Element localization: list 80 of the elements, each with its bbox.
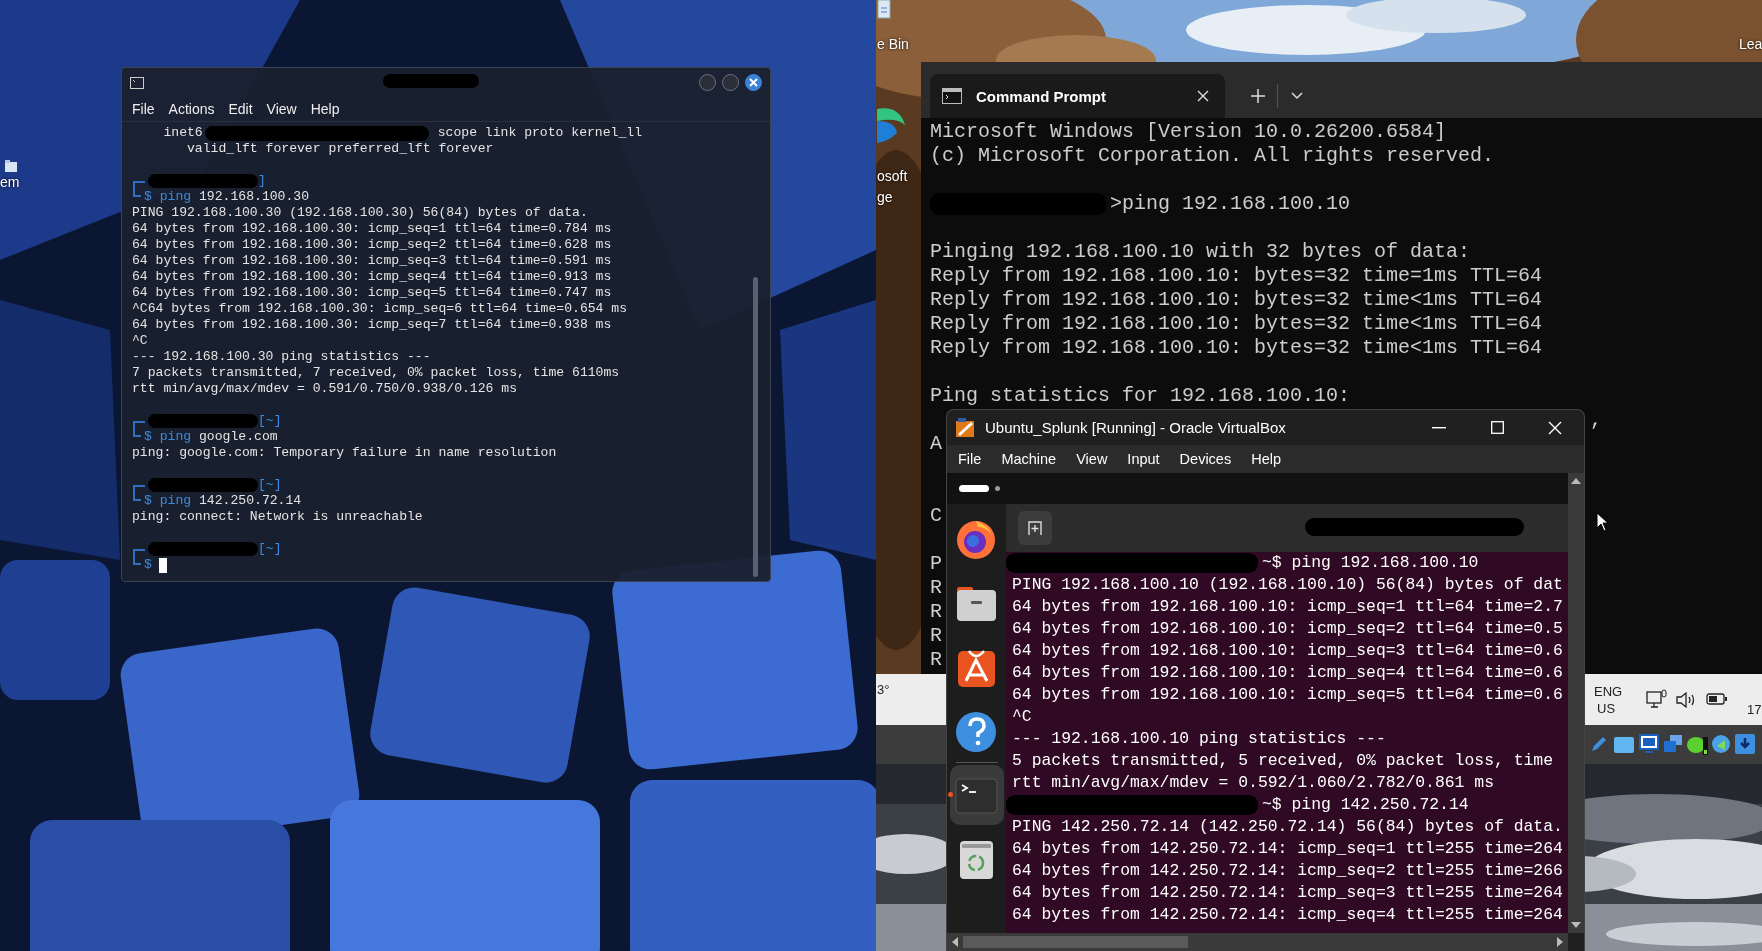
monitor-icon[interactable]: [1639, 734, 1659, 754]
console-line: (c) Microsoft Corporation. All rights reserved.: [930, 144, 1495, 168]
desktop-icon-label[interactable]: e Bin: [877, 36, 909, 53]
windows-icon[interactable]: [1663, 734, 1683, 754]
console-line: Microsoft Windows [Version 10.0.26200.6584]: [930, 120, 1447, 144]
arrow-right-icon[interactable]: [1556, 937, 1564, 947]
pen-icon[interactable]: [1590, 735, 1608, 753]
console-line: C: [930, 504, 942, 528]
terminal-line: 64 bytes from 142.250.72.14: icmp_seq=4 ttl=255 time=264: [1012, 904, 1563, 926]
battery-icon[interactable]: [1706, 692, 1728, 706]
terminal-line: 64 bytes from 192.168.100.10: icmp_seq=1 ttl=64 time=2.7: [1012, 596, 1563, 618]
plus-icon: [1250, 88, 1266, 104]
recycle-bin-icon[interactable]: [877, 0, 891, 20]
speaker-icon[interactable]: [1675, 690, 1697, 710]
menu-item[interactable]: View: [1066, 451, 1118, 467]
language-indicator[interactable]: US: [1597, 701, 1616, 716]
workspace-indicator[interactable]: [995, 486, 1000, 491]
console-line: R: [930, 648, 942, 672]
console-tab[interactable]: Command Prompt: [930, 74, 1225, 118]
browser-icon[interactable]: [877, 107, 905, 144]
menu-item[interactable]: Input: [1117, 451, 1170, 467]
terminal-line: --- 192.168.100.10 ping statistics ---: [1012, 728, 1386, 750]
language-indicator[interactable]: ENG: [1594, 684, 1623, 699]
terminal-line: ^C: [1012, 706, 1032, 728]
new-tab-icon: [1027, 520, 1043, 536]
console-line: Reply from 192.168.100.10: bytes=32 time<1ms TTL=64: [930, 312, 1543, 336]
console-line: R: [930, 600, 942, 624]
download-icon[interactable]: [1735, 734, 1755, 754]
terminal-line: 5 packets transmitted, 5 received, 0% packet loss, time: [1012, 750, 1553, 772]
terminal-line: 64 bytes from 192.168.100.10: icmp_seq=3 ttl=64 time=0.6: [1012, 640, 1563, 662]
desktop-icon-label[interactable]: ge: [877, 189, 893, 206]
menu-item[interactable]: Devices: [1169, 451, 1242, 467]
mouse-cursor-icon: [1596, 512, 1609, 532]
scrollbar-thumb[interactable]: [963, 936, 1188, 948]
console-line: Ping statistics for 192.168.100.10:: [930, 384, 1351, 408]
desktop-icon-label[interactable]: Lea: [1739, 36, 1762, 53]
workspace-indicator[interactable]: [959, 485, 989, 492]
app-icon: [955, 417, 977, 438]
terminal-line: ~$ ping 192.168.100.10: [1262, 552, 1479, 574]
menu-item[interactable]: Help: [1241, 451, 1291, 467]
console-line: ,: [1590, 408, 1602, 432]
console-line: A: [930, 432, 942, 456]
terminal-line: 64 bytes from 142.250.72.14: icmp_seq=2 ttl=255 time=266: [1012, 860, 1563, 882]
terminal-line: 64 bytes from 192.168.100.10: icmp_seq=4 ttl=64 time=0.6: [1012, 662, 1563, 684]
console-line: Reply from 192.168.100.10: bytes=32 time<1ms TTL=64: [930, 288, 1543, 312]
console-line: R: [930, 576, 942, 600]
terminal-line: 64 bytes from 192.168.100.10: icmp_seq=2 ttl=64 time=0.5: [1012, 618, 1563, 640]
console-line: Reply from 192.168.100.10: bytes=32 time=1ms TTL=64: [930, 264, 1543, 288]
arrow-down-icon[interactable]: [1571, 921, 1581, 929]
maximize-icon: [1490, 421, 1504, 434]
menu-item[interactable]: Machine: [991, 451, 1067, 467]
network-icon[interactable]: [1646, 689, 1668, 711]
globe-icon[interactable]: [1711, 734, 1731, 754]
terminal-line: 64 bytes from 192.168.100.10: icmp_seq=5 ttl=64 time=0.6: [1012, 684, 1563, 706]
arrow-left-icon[interactable]: [951, 937, 959, 947]
terminal-line: PING 142.250.72.14 (142.250.72.14) 56(84) bytes of data.: [1012, 816, 1563, 838]
weather-reading[interactable]: 3°: [877, 682, 890, 697]
terminal-line: ~$ ping 142.250.72.14: [1262, 794, 1469, 816]
scrollbar[interactable]: [1568, 473, 1584, 933]
console-icon: [942, 88, 962, 104]
minimize-icon: [1432, 426, 1446, 429]
scrollbar[interactable]: [947, 933, 1568, 951]
menu-item[interactable]: File: [948, 451, 992, 467]
desktop-icon-label[interactable]: osoft: [877, 168, 908, 185]
chevron-down-icon: [1291, 92, 1303, 100]
terminal-line: PING 192.168.100.10 (192.168.100.10) 56(84) bytes of dat: [1012, 574, 1563, 596]
window-title: Ubuntu_Splunk [Running] - Oracle VirtualBox: [985, 419, 1286, 436]
console-line: P: [930, 552, 942, 576]
console-line: Pinging 192.168.100.10 with 32 bytes of data:: [930, 240, 1471, 264]
folder-icon[interactable]: [1614, 735, 1634, 753]
new-tab-button[interactable]: [1018, 511, 1052, 545]
clock[interactable]: 17: [1747, 702, 1762, 717]
terminal-line: rtt min/avg/max/mdev = 0.592/1.060/2.782/0.861 ms: [1012, 772, 1494, 794]
terminal-line: 64 bytes from 142.250.72.14: icmp_seq=1 ttl=255 time=264: [1012, 838, 1563, 860]
terminal-line: 64 bytes from 142.250.72.14: icmp_seq=3 ttl=255 time=264: [1012, 882, 1563, 904]
console-line: R: [930, 624, 942, 648]
arrow-up-icon[interactable]: [1571, 477, 1581, 485]
console-line: >ping 192.168.100.10: [1110, 192, 1351, 216]
console-line: Reply from 192.168.100.10: bytes=32 time<1ms TTL=64: [930, 336, 1543, 360]
close-icon: [1548, 420, 1562, 435]
